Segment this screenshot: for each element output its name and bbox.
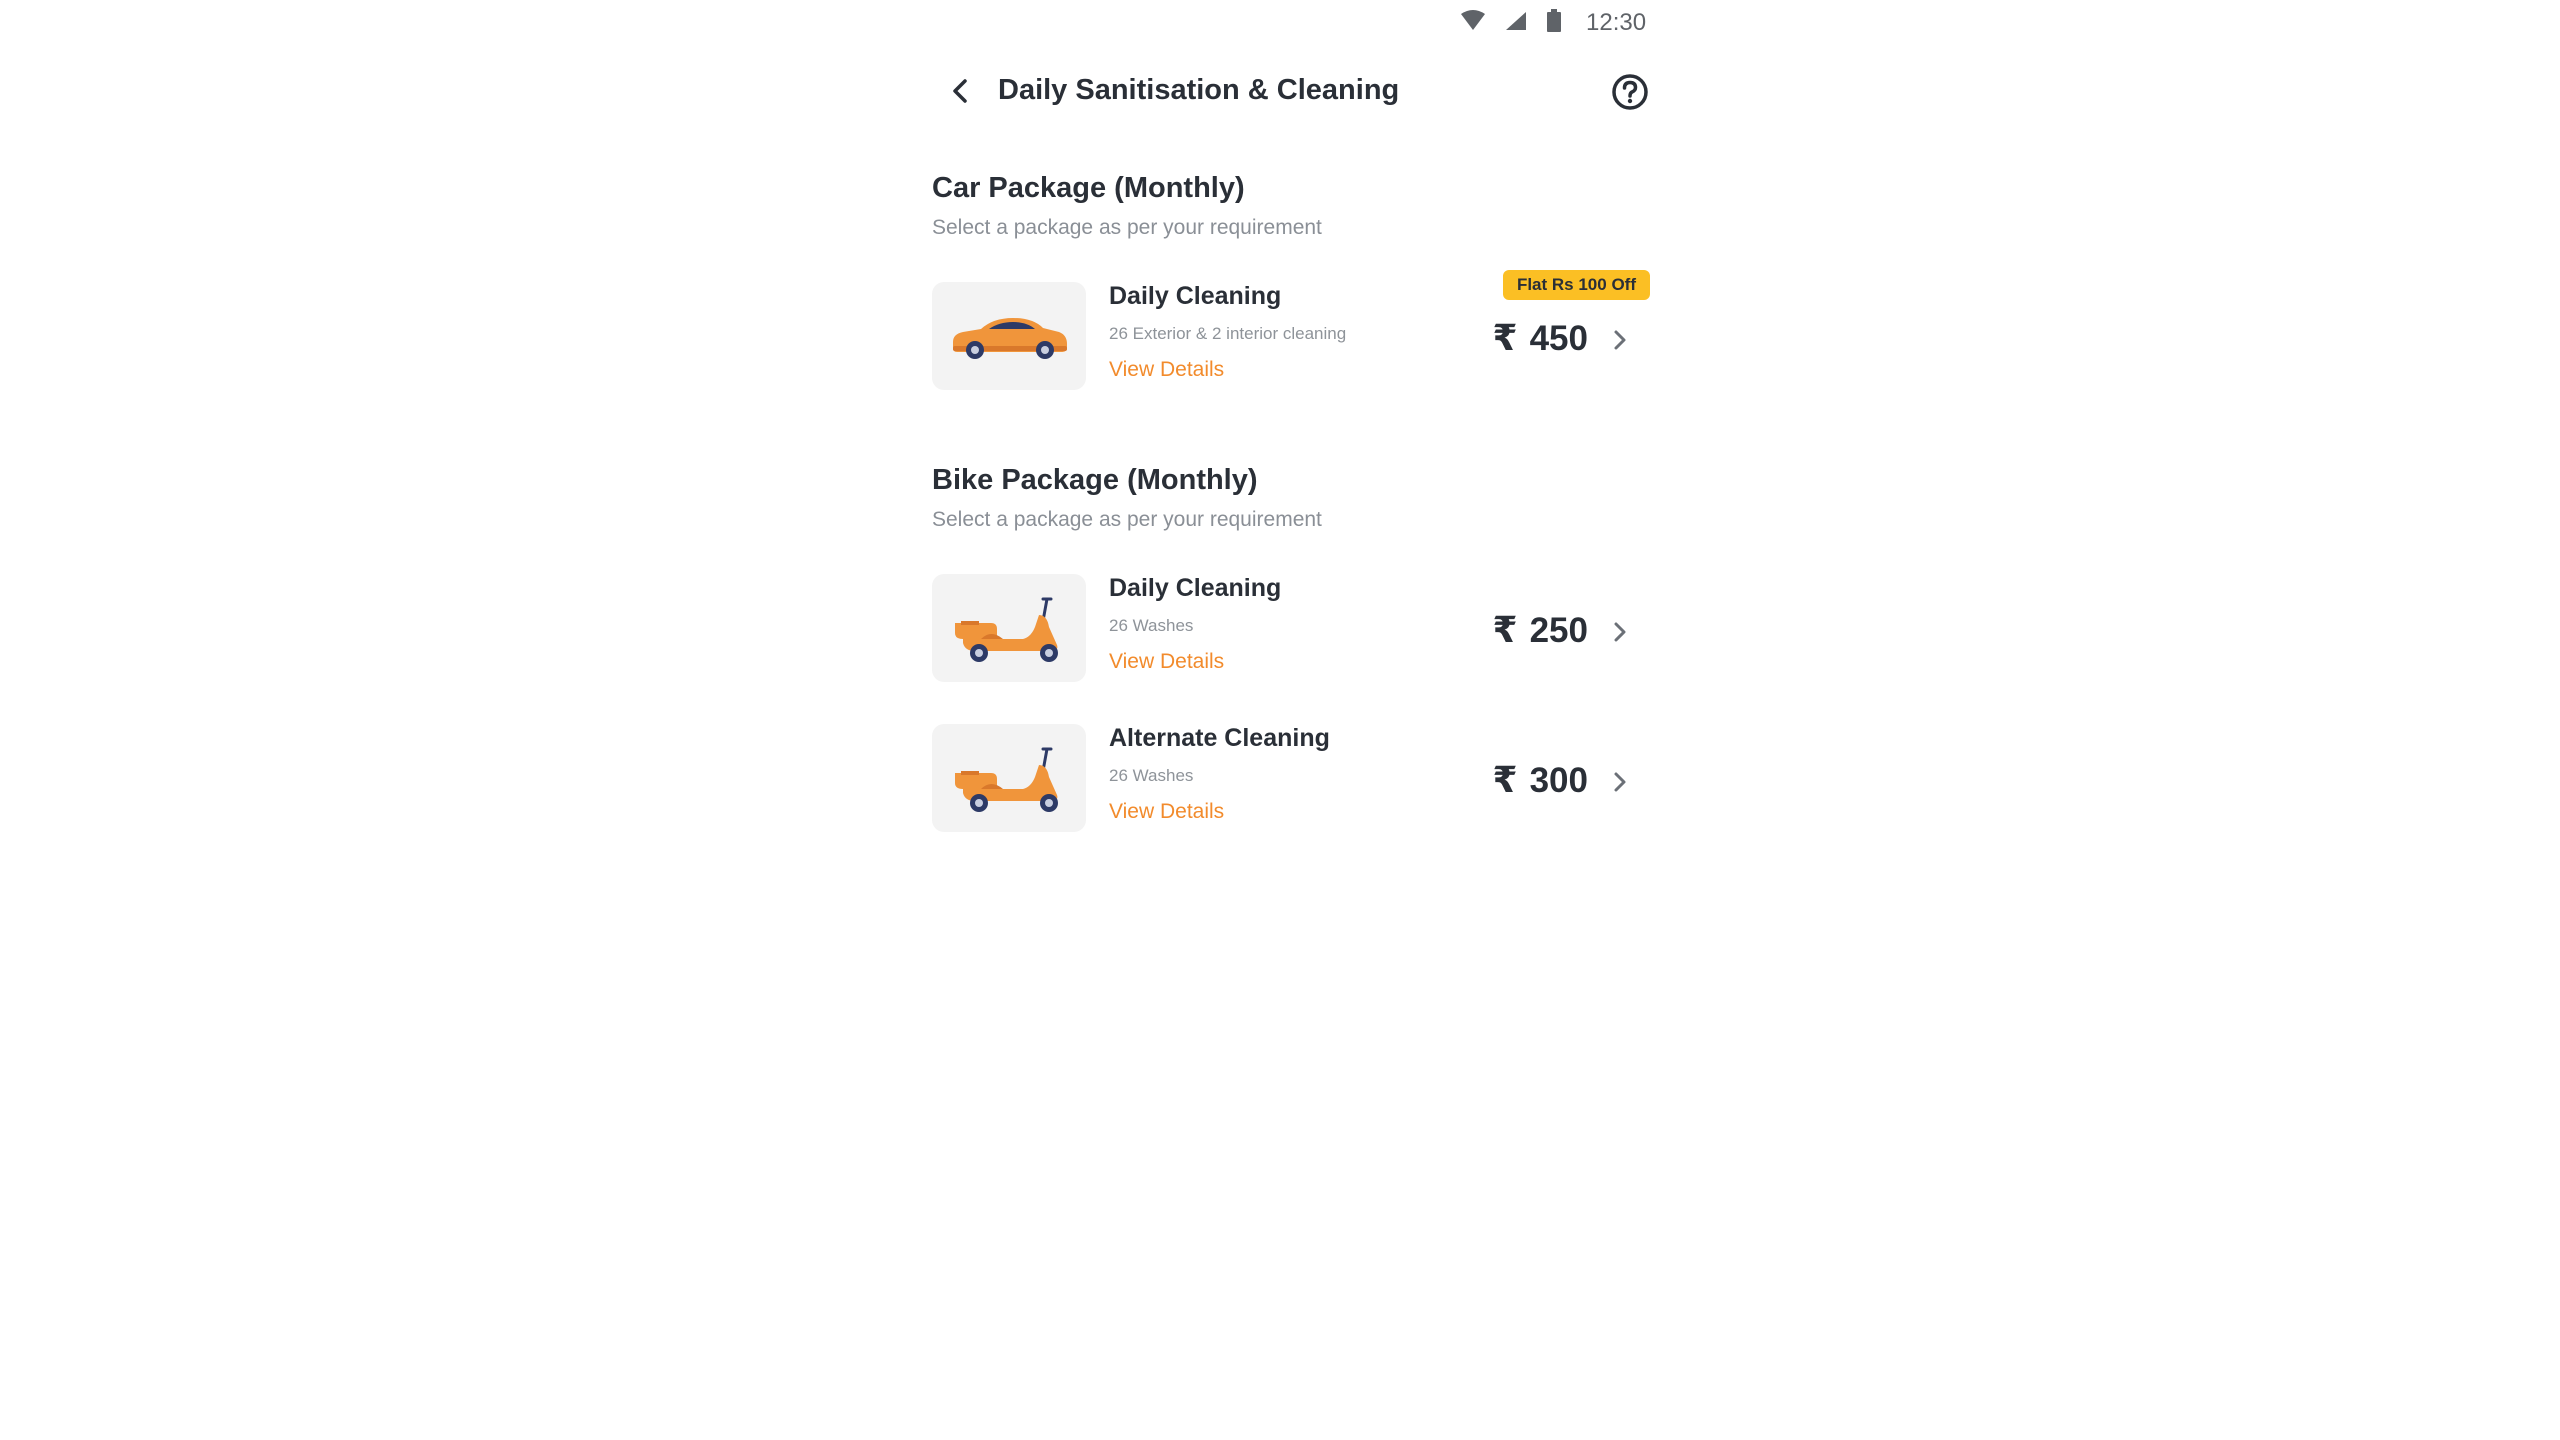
chevron-right-icon: [1614, 772, 1626, 792]
bike-section-subtitle: Select a package as per your requirement: [932, 508, 1322, 531]
package-description: 26 Washes: [1109, 616, 1194, 635]
bike-section-title: Bike Package (Monthly): [932, 464, 1258, 496]
battery-icon: [1546, 8, 1562, 38]
package-price: ₹ 300: [1493, 760, 1588, 801]
back-button[interactable]: [946, 76, 976, 106]
package-name: Daily Cleaning: [1109, 574, 1282, 602]
car-icon: [953, 318, 1067, 359]
wifi-icon: [1460, 9, 1486, 37]
back-arrow-icon: [953, 79, 967, 103]
package-thumbnail: [932, 574, 1086, 682]
rupee-symbol: ₹: [1492, 318, 1518, 359]
package-name: Alternate Cleaning: [1109, 724, 1330, 752]
cellular-signal-icon: [1504, 10, 1528, 37]
package-thumbnail: [932, 724, 1086, 832]
price-value: 250: [1529, 610, 1588, 650]
package-description: 26 Exterior & 2 interior cleaning: [1109, 324, 1347, 343]
package-description: 26 Washes: [1109, 766, 1194, 785]
status-time: 12:30: [1586, 9, 1647, 36]
rupee-symbol: ₹: [1492, 760, 1518, 801]
chevron-right-icon: [1614, 330, 1626, 350]
help-button[interactable]: [1610, 72, 1650, 112]
package-name: Daily Cleaning: [1109, 282, 1282, 310]
price-value: 450: [1529, 318, 1588, 358]
car-package-daily-cleaning[interactable]: Daily Cleaning 26 Exterior & 2 interior …: [932, 270, 1650, 392]
bike-package-daily-cleaning[interactable]: Daily Cleaning 26 Washes View Details ₹ …: [932, 574, 1650, 684]
page-title: Daily Sanitisation & Cleaning: [998, 74, 1400, 106]
app-screen: 12:30 Daily Sanitisation & Cleaning Car …: [920, 0, 1660, 1440]
help-icon: [1612, 74, 1648, 110]
package-price: ₹ 250: [1493, 610, 1588, 651]
view-details-link[interactable]: View Details: [1109, 800, 1224, 824]
discount-badge: Flat Rs 100 Off: [1502, 270, 1650, 300]
view-details-link[interactable]: View Details: [1109, 358, 1224, 382]
package-price: ₹ 450: [1493, 318, 1588, 359]
price-value: 300: [1529, 760, 1588, 800]
bike-package-alternate-cleaning[interactable]: Alternate Cleaning 26 Washes View Detail…: [932, 724, 1650, 834]
chevron-right-icon: [1614, 622, 1626, 642]
car-section-title: Car Package (Monthly): [932, 172, 1245, 204]
scooter-icon: [955, 747, 1058, 812]
package-thumbnail: [932, 282, 1086, 390]
status-bar: 12:30: [1460, 8, 1660, 38]
rupee-symbol: ₹: [1492, 610, 1518, 651]
app-bar: Daily Sanitisation & Cleaning: [930, 66, 1650, 116]
scooter-icon: [955, 597, 1058, 662]
car-section-subtitle: Select a package as per your requirement: [932, 216, 1322, 239]
view-details-link[interactable]: View Details: [1109, 650, 1224, 674]
